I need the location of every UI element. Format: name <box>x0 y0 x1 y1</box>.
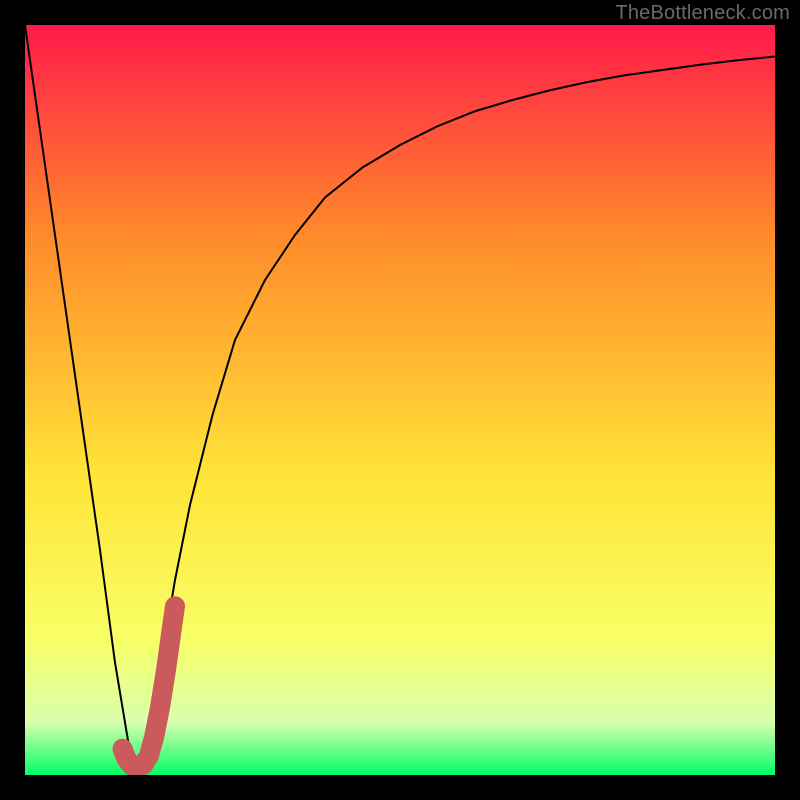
chart-frame: TheBottleneck.com <box>0 0 800 800</box>
bottleneck-curve <box>25 25 775 768</box>
curves-layer <box>25 25 775 775</box>
watermark-text: TheBottleneck.com <box>615 2 790 25</box>
highlight-j-marker <box>123 606 176 767</box>
plot-area <box>25 25 775 775</box>
